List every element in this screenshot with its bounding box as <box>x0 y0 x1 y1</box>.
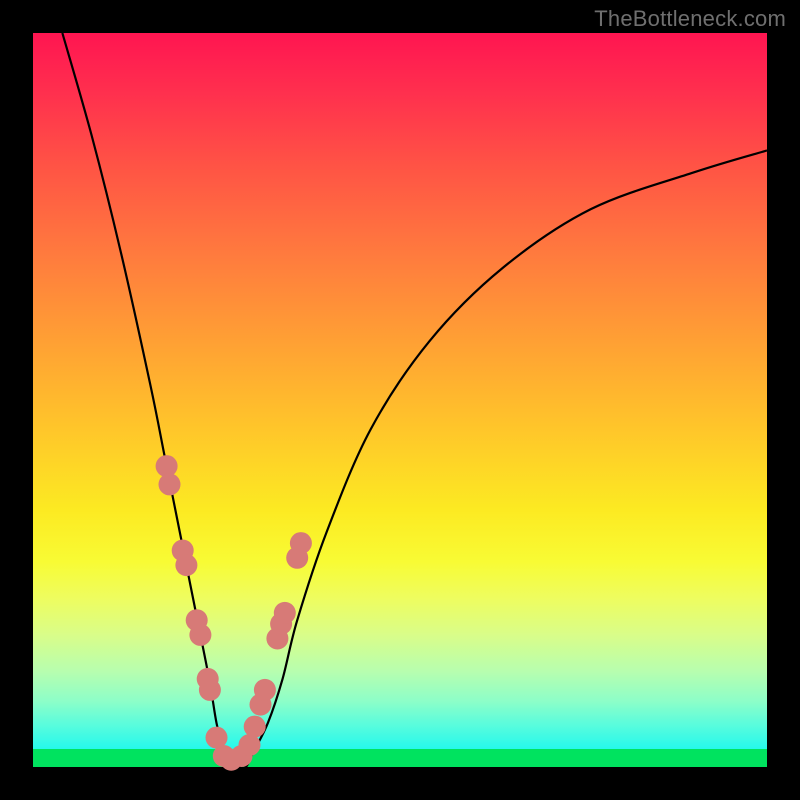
chart-frame: TheBottleneck.com <box>0 0 800 800</box>
sample-dot <box>244 716 266 738</box>
watermark-text: TheBottleneck.com <box>594 6 786 32</box>
sample-dot <box>175 554 197 576</box>
sample-dot <box>254 679 276 701</box>
sample-dot <box>274 602 296 624</box>
sample-dot <box>290 532 312 554</box>
sample-dot <box>189 624 211 646</box>
plot-area <box>33 33 767 767</box>
sample-dot <box>199 679 221 701</box>
sample-dot <box>159 473 181 495</box>
chart-overlay <box>33 33 767 767</box>
bottleneck-curve <box>62 33 767 768</box>
sample-dots-group <box>156 455 312 771</box>
